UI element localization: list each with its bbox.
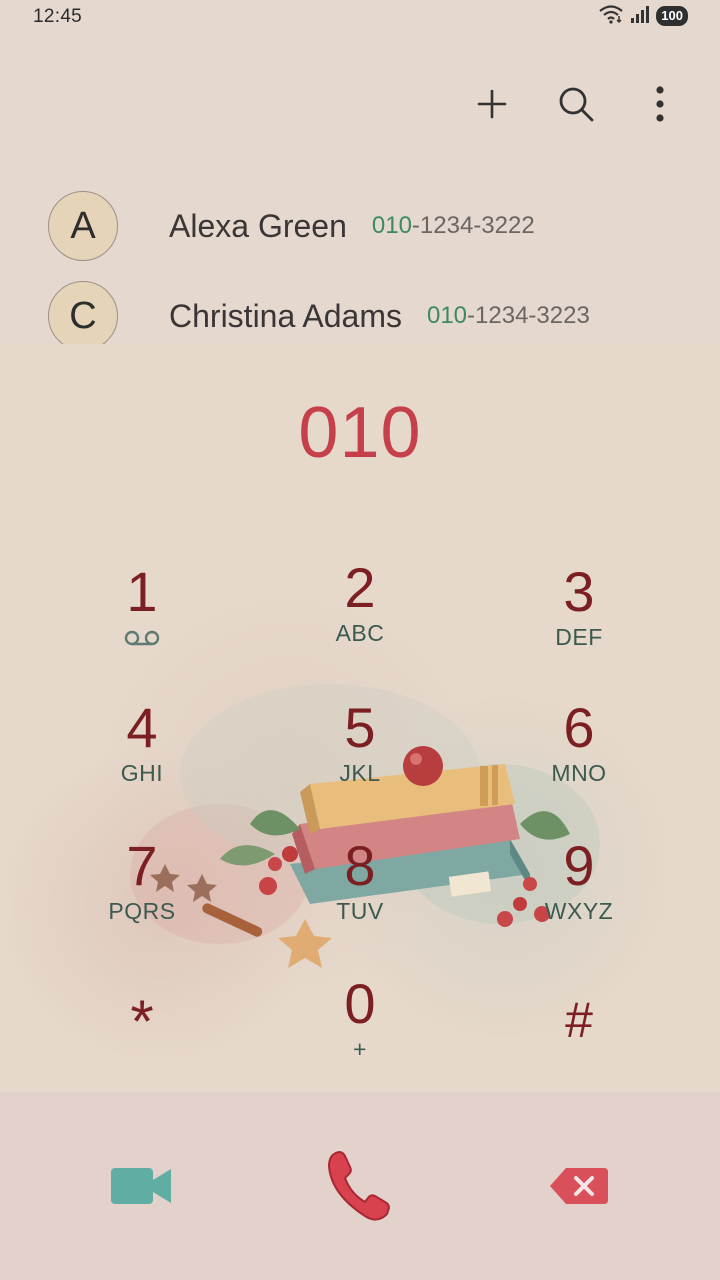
number-match: 010 <box>426 302 468 329</box>
dial-key-4[interactable]: 4 GHI <box>52 698 232 808</box>
key-digit: 8 <box>344 834 376 897</box>
status-time: 12:45 <box>33 6 83 27</box>
call-button[interactable] <box>270 1092 450 1280</box>
key-letters: WXYZ <box>544 898 614 924</box>
delete-button[interactable] <box>489 1092 669 1280</box>
dial-key-hash[interactable]: # <box>489 990 669 1092</box>
video-call-button[interactable] <box>52 1092 232 1280</box>
number-rest: -1234-3223 <box>467 302 590 329</box>
key-digit: 0 <box>344 972 376 1035</box>
contact-number: 010-1234-3223 <box>427 302 590 330</box>
key-letters: DEF <box>555 624 603 650</box>
key-digit: 4 <box>126 696 158 759</box>
contact-name: Alexa Green <box>169 207 347 244</box>
dial-pad-panel: 010 1 2 ABC 3 DEF 4 GHI 5 JKL 6 MNO 7 PQ… <box>0 344 720 1092</box>
dialed-number[interactable]: 010 <box>0 392 720 474</box>
key-digit: 5 <box>344 696 376 759</box>
dial-key-star[interactable]: * <box>52 992 232 1092</box>
search-icon <box>559 87 594 122</box>
dial-key-2[interactable]: 2 ABC <box>270 558 450 668</box>
contact-suggestion[interactable]: A Alexa Green 010-1234-3222 <box>48 190 688 262</box>
dial-key-0[interactable]: 0 + <box>270 974 450 1084</box>
key-letters: JKL <box>339 760 381 786</box>
status-icons: 100 <box>598 4 688 29</box>
more-options-icon <box>656 86 664 122</box>
contact-suggestion[interactable]: C Christina Adams 010-1234-3223 <box>48 280 688 352</box>
dial-key-7[interactable]: 7 PQRS <box>52 836 232 946</box>
dial-key-1[interactable]: 1 <box>52 562 232 672</box>
dial-key-3[interactable]: 3 DEF <box>489 562 669 672</box>
dial-key-6[interactable]: 6 MNO <box>489 698 669 808</box>
key-letters: + <box>353 1036 367 1062</box>
key-digit: 2 <box>344 556 376 619</box>
key-letters: TUV <box>336 898 384 924</box>
voicemail-icon <box>124 630 160 646</box>
avatar: A <box>48 191 118 261</box>
wifi-icon <box>598 4 624 29</box>
more-options-button[interactable] <box>640 80 680 128</box>
status-bar: 12:45 100 <box>0 0 720 34</box>
key-digit: * <box>130 988 154 1055</box>
add-icon <box>477 89 507 119</box>
dial-key-8[interactable]: 8 TUV <box>270 836 450 946</box>
search-button[interactable] <box>556 80 596 128</box>
contact-number: 010-1234-3222 <box>372 212 535 240</box>
key-letters: MNO <box>551 760 607 786</box>
key-letters: GHI <box>120 760 164 786</box>
battery-icon: 100 <box>656 6 688 26</box>
key-letters: ABC <box>335 620 385 646</box>
avatar: C <box>48 281 118 351</box>
dial-key-9[interactable]: 9 WXYZ <box>489 836 669 946</box>
key-digit: 3 <box>563 560 595 623</box>
phone-call-icon <box>327 1150 391 1221</box>
video-call-icon <box>111 1168 171 1204</box>
number-match: 010 <box>371 212 412 239</box>
key-digit: 9 <box>563 834 595 897</box>
toolbar <box>472 80 680 128</box>
bottom-action-bar <box>0 1092 720 1280</box>
key-digit: 6 <box>563 696 595 759</box>
backspace-icon <box>550 1168 608 1204</box>
key-letters: PQRS <box>108 898 176 924</box>
contact-name: Christina Adams <box>169 297 402 334</box>
key-digit: 7 <box>126 834 158 897</box>
number-rest: -1234-3222 <box>411 212 535 239</box>
key-digit: # <box>565 992 593 1048</box>
key-digit: 1 <box>126 560 158 623</box>
dial-key-5[interactable]: 5 JKL <box>270 698 450 808</box>
add-contact-button[interactable] <box>472 80 512 128</box>
signal-icon <box>630 4 650 29</box>
